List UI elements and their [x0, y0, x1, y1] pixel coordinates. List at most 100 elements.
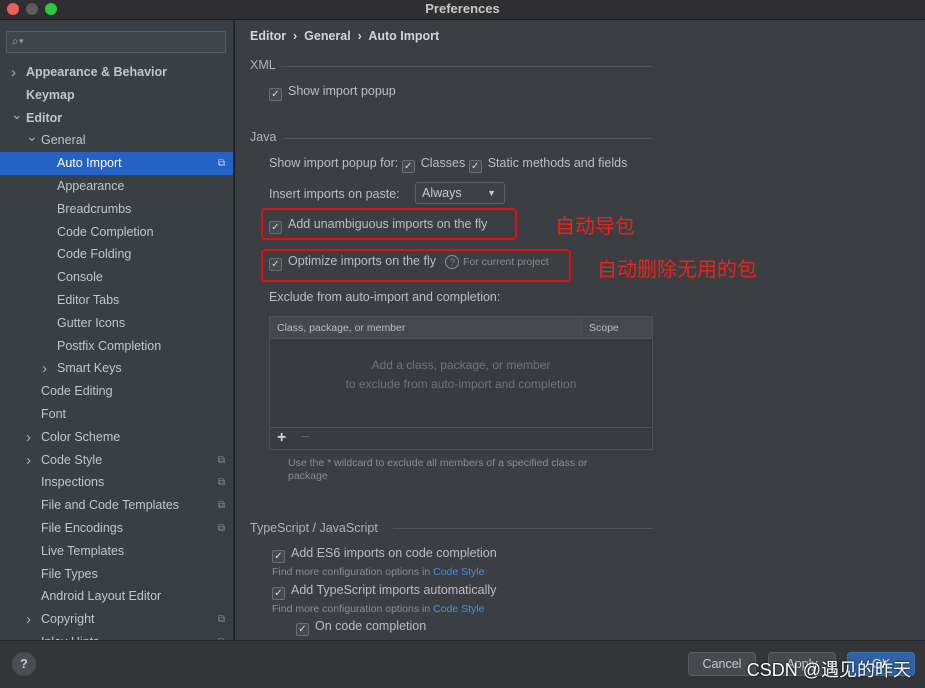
sidebar-item-console[interactable]: Console — [0, 266, 233, 289]
sidebar-item-code-folding[interactable]: Code Folding — [0, 243, 233, 266]
add-es6-imports-checkbox[interactable]: ✓ Add ES6 imports on code completion — [272, 546, 497, 563]
insert-on-paste-label: Insert imports on paste: — [269, 187, 400, 201]
sidebar-item-label: Android Layout Editor — [41, 589, 162, 604]
project-scope-icon: ⧉ — [217, 523, 225, 534]
chevron-down-icon[interactable]: ⌄ — [11, 103, 23, 126]
column-header-scope[interactable]: Scope — [580, 317, 652, 339]
scope-note: For current project — [462, 256, 549, 268]
checkmark-icon: ✓ — [401, 160, 415, 173]
sidebar-item-code-completion[interactable]: Code Completion — [0, 221, 233, 244]
optimize-imports-checkbox[interactable]: ✓ Optimize imports on the fly ? For curre… — [269, 254, 549, 271]
sidebar-item-editor-tabs[interactable]: Editor Tabs — [0, 289, 233, 312]
table-toolbar: + − — [270, 427, 652, 449]
sidebar-item-live-templates[interactable]: Live Templates — [0, 540, 233, 563]
sidebar-item-smart-keys[interactable]: › Smart Keys — [0, 357, 233, 380]
typescript-section-title: TypeScript / JavaScript — [250, 521, 378, 535]
sidebar-item-label: Code Folding — [57, 247, 132, 262]
close-window-button[interactable] — [7, 3, 19, 15]
wildcard-hint: Use the * wildcard to exclude all member… — [288, 457, 588, 482]
settings-search-input[interactable]: ⌕▾ — [6, 31, 226, 53]
chevron-right-icon[interactable]: › — [26, 608, 31, 631]
sidebar-item-file-types[interactable]: File Types — [0, 563, 233, 586]
sidebar-item-code-editing[interactable]: Code Editing — [0, 380, 233, 403]
sidebar-item-breadcrumbs[interactable]: Breadcrumbs — [0, 198, 233, 221]
static-methods-checkbox[interactable]: ✓ Static methods and fields — [468, 156, 628, 173]
sidebar-item-android-layout-editor[interactable]: Android Layout Editor — [0, 585, 233, 608]
sidebar-item-label: Inlay Hints — [41, 631, 99, 640]
divider — [283, 138, 653, 139]
sidebar-item-general[interactable]: ⌄ General — [0, 128, 233, 152]
code-style-link[interactable]: Code Style — [433, 603, 484, 615]
sidebar-item-appearance-behavior[interactable]: › Appearance & Behavior — [0, 61, 233, 84]
sidebar-item-font[interactable]: Font — [0, 403, 233, 426]
title-bar: Preferences — [0, 0, 925, 20]
sidebar-item-label: File and Code Templates — [41, 498, 180, 513]
sidebar-item-inspections[interactable]: Inspections ⧉ — [0, 471, 233, 494]
sidebar-item-postfix-completion[interactable]: Postfix Completion — [0, 335, 233, 358]
watermark: CSDN @遇见的昨天 — [746, 660, 911, 680]
sidebar-item-gutter-icons[interactable]: Gutter Icons — [0, 312, 233, 335]
add-unambiguous-imports-checkbox[interactable]: ✓ Add unambiguous imports on the fly — [269, 217, 487, 234]
sidebar-item-label: Breadcrumbs — [57, 201, 132, 216]
checkmark-icon: ✓ — [269, 221, 282, 234]
breadcrumb-item: General — [304, 29, 351, 43]
chevron-down-icon: ▼ — [487, 188, 496, 198]
sidebar-item-file-encodings[interactable]: File Encodings ⧉ — [0, 517, 233, 540]
checkmark-icon: ✓ — [296, 623, 309, 636]
table-header: Class, package, or member Scope — [270, 317, 652, 339]
checkbox-label: Classes — [420, 156, 466, 170]
chevron-right-icon[interactable]: › — [42, 357, 47, 380]
java-section-title: Java — [250, 130, 277, 144]
add-typescript-imports-checkbox[interactable]: ✓ Add TypeScript imports automatically — [272, 583, 496, 600]
sidebar-item-label: Auto Import — [57, 156, 122, 171]
sidebar-item-auto-import[interactable]: Auto Import ⧉ — [0, 152, 233, 176]
insert-on-paste-dropdown[interactable]: Always ▼ — [415, 182, 505, 204]
find-more-hint: Find more configuration options in Code … — [272, 566, 484, 578]
sidebar-item-copyright[interactable]: › Copyright ⧉ — [0, 608, 233, 631]
checkbox-label: Static methods and fields — [487, 156, 628, 170]
exclude-table[interactable]: Class, package, or member Scope Add a cl… — [269, 316, 653, 450]
add-icon[interactable]: + — [277, 429, 286, 447]
on-code-completion-checkbox[interactable]: ✓ On code completion — [296, 619, 426, 636]
chevron-down-icon[interactable]: ⌄ — [26, 125, 38, 148]
sidebar-item-appearance[interactable]: Appearance — [0, 175, 233, 198]
checkmark-icon: ✓ — [272, 587, 285, 600]
xml-section-title: XML — [250, 58, 276, 72]
classes-checkbox[interactable]: ✓ Classes — [401, 156, 466, 173]
checkmark-icon: ✓ — [269, 258, 282, 271]
sidebar-item-label: Postfix Completion — [57, 338, 162, 353]
column-header-class[interactable]: Class, package, or member — [277, 317, 405, 339]
help-button[interactable]: ? — [12, 652, 36, 676]
show-import-popup-checkbox[interactable]: ✓ Show import popup — [269, 84, 396, 101]
sidebar-item-file-and-code-templates[interactable]: File and Code Templates ⧉ — [0, 494, 233, 517]
chevron-right-icon[interactable]: › — [26, 631, 31, 640]
chevron-right-icon[interactable]: › — [26, 449, 31, 472]
sidebar-item-label: Appearance — [57, 179, 125, 193]
sidebar-item-inlay-hints[interactable]: › Inlay Hints ⧉ — [0, 631, 233, 640]
sidebar-item-label: Editor Tabs — [57, 293, 120, 307]
settings-sidebar: ⌕▾ › Appearance & Behavior Keymap ⌄ Editor ⌄ G… — [0, 20, 234, 640]
annotation-auto-remove: 自动删除无用的包 — [597, 259, 757, 281]
checkbox-label: On code completion — [315, 619, 427, 633]
maximize-window-button[interactable] — [45, 3, 57, 15]
chevron-right-icon[interactable]: › — [11, 61, 16, 84]
empty-text: to exclude from auto-import and completi… — [345, 377, 577, 391]
help-icon[interactable]: ? — [445, 255, 460, 269]
dropdown-value: Always — [422, 186, 462, 200]
show-popup-for-row: Show import popup for: ✓ Classes ✓ Static … — [269, 156, 627, 173]
minimize-window-button[interactable] — [26, 3, 38, 15]
sidebar-item-label: Copyright — [41, 612, 95, 627]
annotation-auto-import: 自动导包 — [555, 216, 635, 238]
sidebar-item-code-style[interactable]: › Code Style ⧉ — [0, 449, 233, 472]
breadcrumb-item: Auto Import — [368, 29, 440, 43]
sidebar-item-label: Inspections — [41, 475, 105, 490]
sidebar-item-label: Console — [57, 270, 103, 285]
sidebar-item-keymap[interactable]: Keymap — [0, 84, 233, 107]
remove-icon[interactable]: − — [301, 429, 310, 447]
sidebar-item-color-scheme[interactable]: › Color Scheme — [0, 426, 233, 449]
project-scope-icon: ⧉ — [218, 631, 225, 640]
checkbox-label: Add ES6 imports on code completion — [291, 546, 497, 560]
code-style-link[interactable]: Code Style — [433, 566, 484, 578]
checkbox-label: Add TypeScript imports automatically — [291, 583, 497, 597]
chevron-right-icon[interactable]: › — [26, 426, 31, 449]
